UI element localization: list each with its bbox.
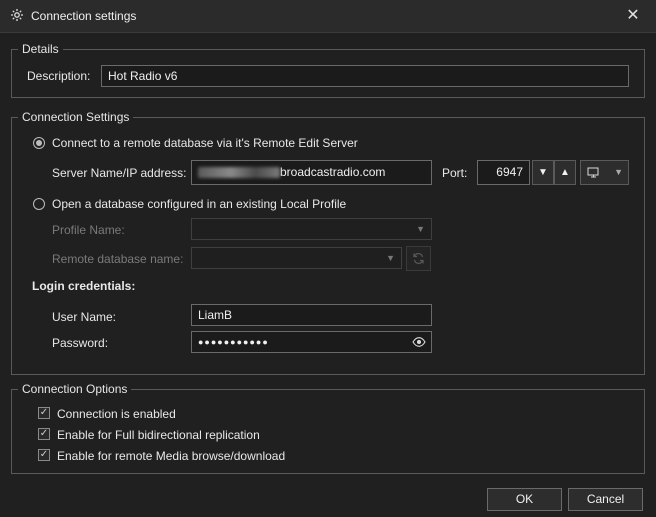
password-field[interactable]: ●●●●●●●●●●● [191,331,432,353]
profile-name-dropdown[interactable]: ▼ [191,218,432,240]
connection-options-legend: Connection Options [22,382,128,396]
full-replication-checkbox[interactable]: ✓ [38,428,50,440]
connection-enabled-checkbox[interactable]: ✓ [38,407,50,419]
remote-server-option-label[interactable]: Connect to a remote database via it's Re… [52,136,358,150]
password-value: ●●●●●●●●●●● [198,337,269,347]
details-legend: Details [22,42,59,56]
connection-settings-legend: Connection Settings [22,110,130,124]
cancel-button[interactable]: Cancel [568,488,643,511]
remote-server-radio[interactable] [33,137,45,149]
eye-icon[interactable] [412,335,426,349]
window-title: Connection settings [31,9,137,23]
server-name-field[interactable]: broadcastradio.com [191,160,432,185]
port-field[interactable]: 6947 [477,160,530,185]
close-button[interactable]: ✕ [610,0,656,32]
connection-enabled-label[interactable]: Connection is enabled [57,407,176,421]
ok-button[interactable]: OK [487,488,562,511]
gear-icon [10,8,24,22]
description-label: Description: [27,69,91,83]
chevron-down-icon: ▼ [614,167,623,177]
media-browse-checkbox[interactable]: ✓ [38,449,50,461]
profile-name-label: Profile Name: [52,223,125,237]
redacted-hostname-blur [198,167,280,179]
refresh-icon [413,253,424,264]
port-decrement-button[interactable]: ▼ [532,160,554,185]
chevron-down-icon: ▼ [416,224,425,234]
port-label: Port: [442,166,468,180]
remote-database-label: Remote database name: [52,252,184,266]
title-bar: Connection settings ✕ [0,0,656,33]
media-browse-label[interactable]: Enable for remote Media browse/download [57,449,285,463]
username-field[interactable]: LiamB [191,304,432,326]
port-increment-button[interactable]: ▲ [554,160,576,185]
description-field[interactable]: Hot Radio v6 [101,65,629,87]
server-name-value: broadcastradio.com [280,165,386,179]
local-profile-option-label[interactable]: Open a database configured in an existin… [52,197,346,211]
network-computer-icon [587,167,599,178]
server-name-label: Server Name/IP address: [52,166,187,180]
server-browse-dropdown[interactable]: ▼ [580,160,629,185]
full-replication-label[interactable]: Enable for Full bidirectional replicatio… [57,428,260,442]
password-label: Password: [52,336,109,350]
login-credentials-heading: Login credentials: [32,279,136,293]
chevron-down-icon: ▼ [386,253,395,263]
username-label: User Name: [52,310,117,324]
remote-database-dropdown[interactable]: ▼ [191,247,402,269]
local-profile-radio[interactable] [33,198,45,210]
refresh-database-button[interactable] [406,246,431,271]
